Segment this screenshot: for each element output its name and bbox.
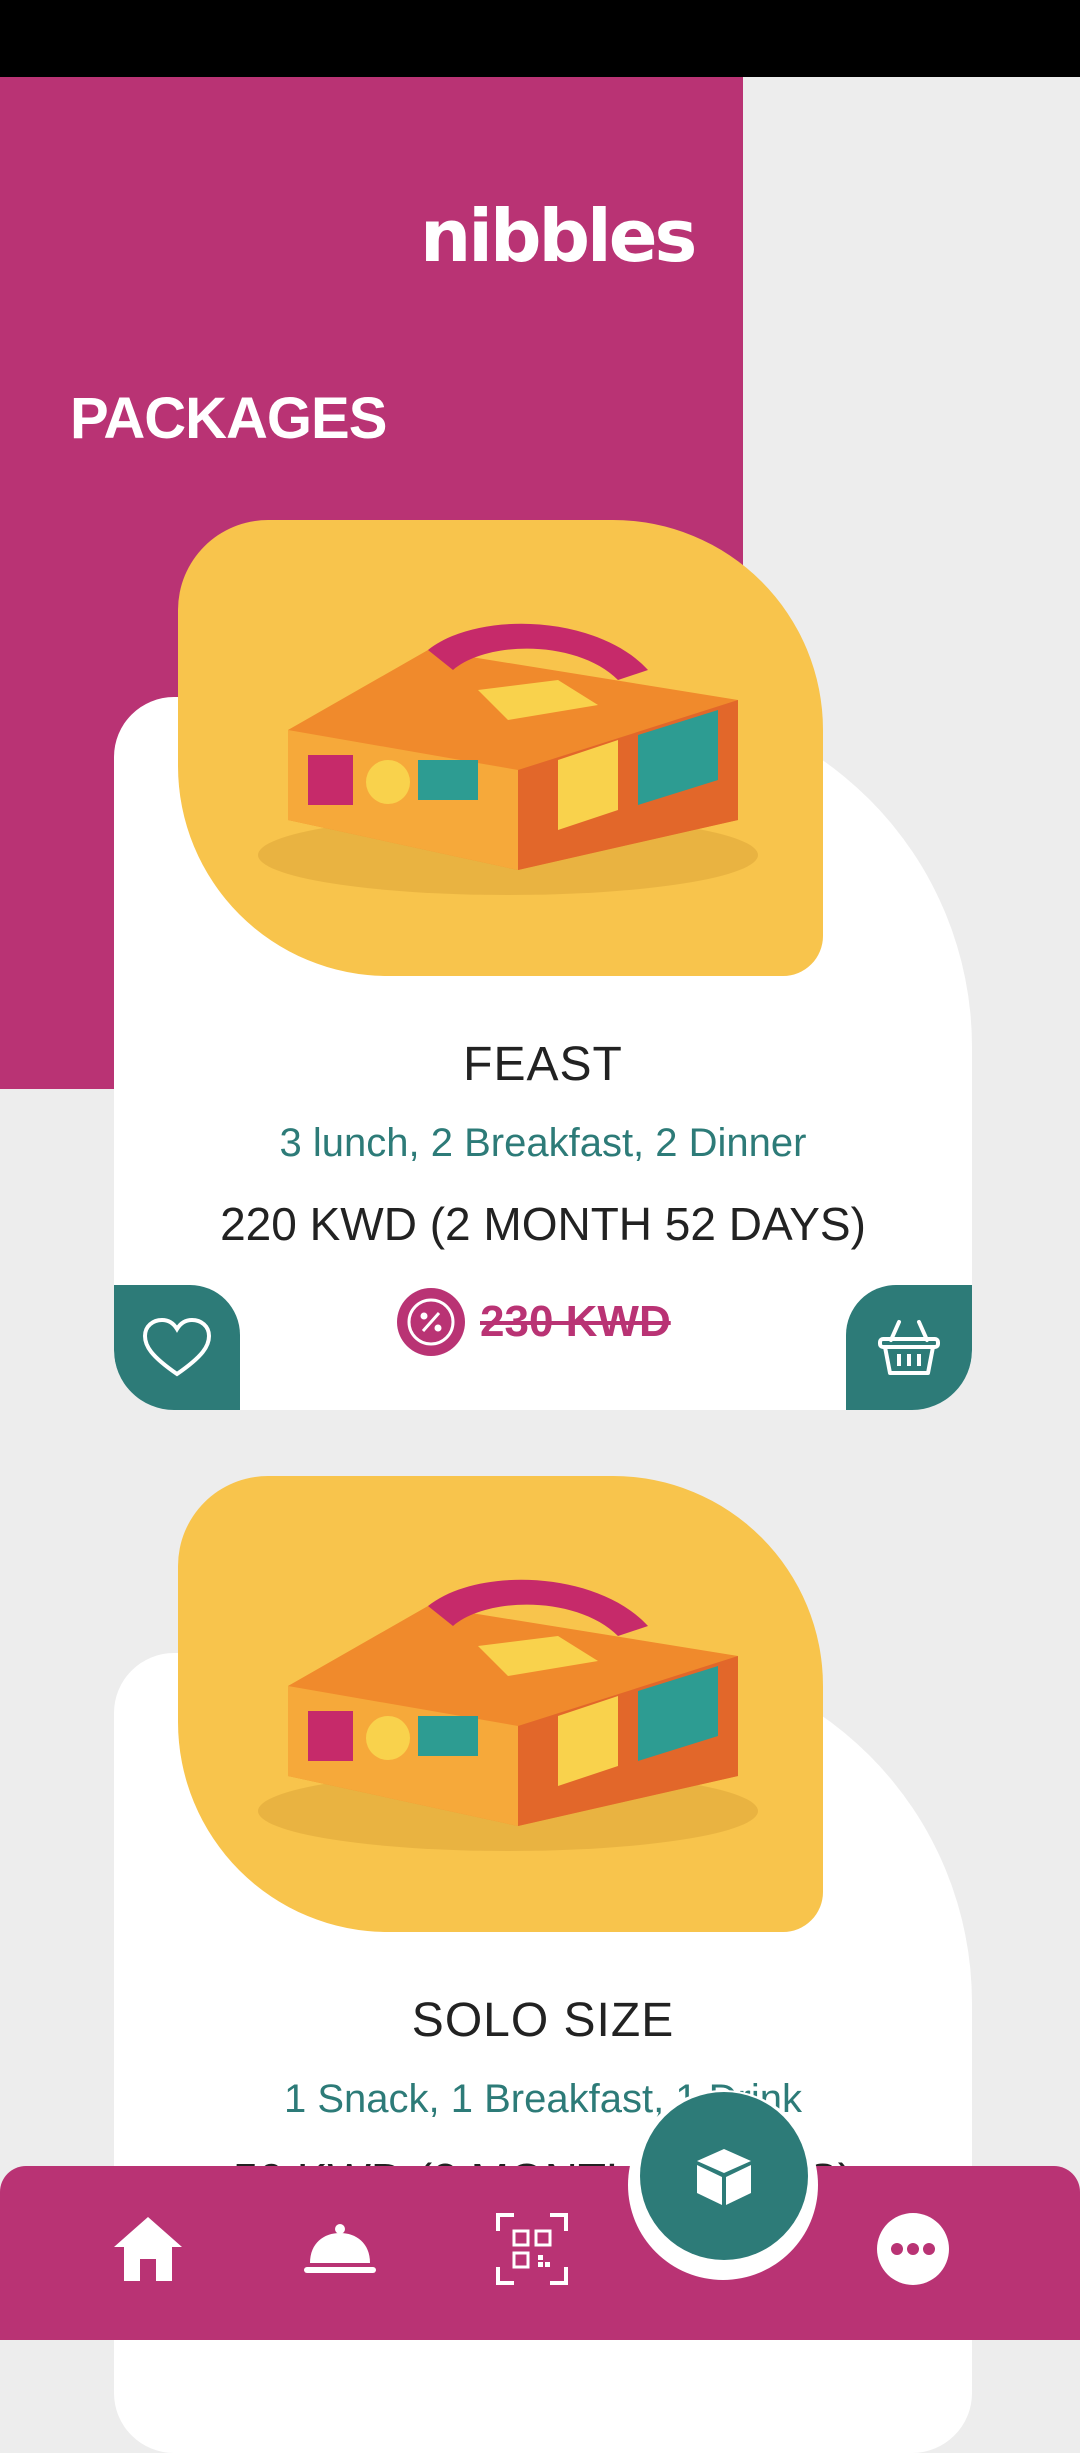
qr-code-icon: [496, 2213, 568, 2285]
nav-qr-scan[interactable]: [487, 2204, 577, 2294]
bottom-navigation: [0, 2166, 1080, 2340]
package-box-illustration: [258, 1579, 758, 1851]
basket-icon: [878, 1320, 940, 1375]
package-image: [178, 1476, 823, 1932]
old-price: 230 KWD: [480, 1297, 671, 1346]
package-description: 3 lunch, 2 Breakfast, 2 Dinner: [279, 1121, 807, 1165]
percent-badge-icon: [397, 1288, 465, 1356]
package-box-illustration: [258, 623, 758, 895]
add-to-cart-button[interactable]: [846, 1285, 972, 1410]
package-price: 220 KWD (2 MONTH 52 DAYS): [220, 1198, 866, 1250]
package-name: SOLO SIZE: [411, 1994, 675, 2047]
cloche-icon: [304, 2224, 376, 2273]
discount-row: 230 KWD: [396, 1287, 671, 1357]
package-name: FEAST: [463, 1038, 623, 1091]
status-bar: [0, 0, 1080, 77]
box-icon: [697, 2149, 751, 2205]
nav-dishes[interactable]: [295, 2204, 385, 2294]
app-logo: nibbles: [420, 194, 697, 278]
heart-icon: [142, 1317, 212, 1377]
nav-more[interactable]: [868, 2204, 958, 2294]
more-icon: [877, 2213, 949, 2285]
nav-home[interactable]: [103, 2204, 193, 2294]
package-image: [178, 520, 823, 976]
page-title: PACKAGES: [70, 386, 387, 451]
nav-packages-button[interactable]: [640, 2092, 808, 2260]
package-description: 1 Snack, 1 Breakfast, 1 Drink: [283, 2077, 802, 2121]
favorite-button[interactable]: [114, 1285, 240, 1410]
home-icon: [114, 2217, 182, 2281]
